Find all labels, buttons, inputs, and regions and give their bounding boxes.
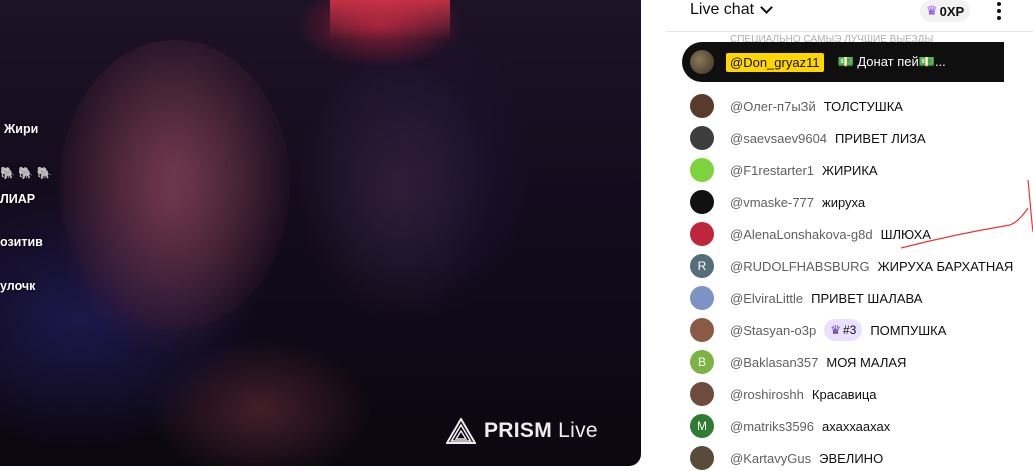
chat-message[interactable]: @Олег-п7ыЗй ТОЛСТУШКА [690, 90, 1033, 122]
avatar[interactable] [690, 286, 714, 310]
stage-light [330, 0, 450, 40]
video-player[interactable]: Жири 🐘 🐘 🐘 ЛИАР озитив улочк PRISM Live [0, 0, 641, 466]
message-author[interactable]: @ElviraLittle [730, 291, 803, 306]
message-author[interactable]: @AlenaLonshakova-g8d [730, 227, 873, 242]
avatar[interactable] [690, 190, 714, 214]
chat-message[interactable]: @Stasyan-o3p ♛ #3 ПОМПУШКА [690, 314, 1033, 346]
message-author[interactable]: @KartavyGus [730, 451, 811, 466]
message-text: ЭВЕЛИНО [819, 450, 884, 466]
more-vert-icon[interactable] [993, 1, 1005, 21]
avatar[interactable]: M [690, 414, 714, 438]
message-author[interactable]: @F1restarter1 [730, 163, 814, 178]
message-text: Красавица [811, 386, 877, 402]
chat-divider [666, 31, 1033, 32]
avatar[interactable] [690, 446, 714, 470]
message-author[interactable]: @vmaske-777 [730, 195, 814, 210]
video-overlay-text: 🐘 🐘 🐘 [0, 166, 52, 180]
message-author[interactable]: @Олег-п7ыЗй [730, 99, 816, 114]
chat-message[interactable]: @AlenaLonshakova-g8d ШЛЮХА [690, 218, 1033, 250]
video-overlay-text: ЛИАР [0, 192, 36, 206]
message-author[interactable]: @RUDOLFHABSBURG [730, 259, 870, 274]
crown-icon: ♛ [830, 323, 841, 337]
message-author[interactable]: @Baklasan357 [730, 355, 818, 370]
chat-message[interactable]: @ElviraLittle ПРИВЕТ ШАЛАВА [690, 282, 1033, 314]
rank-badge: ♛ #3 [824, 319, 863, 341]
pinned-message[interactable]: @Don_gryaz11 💵 Донат пей💵... [682, 42, 1004, 82]
pinned-message-text: 💵 Донат пей💵... [837, 54, 946, 69]
chat-message[interactable]: @F1restarter1 ЖИРИКА [690, 154, 1033, 186]
video-subject-left [60, 40, 290, 330]
crown-icon: ♛ [926, 3, 938, 18]
message-text: ТОЛСТУШКА [823, 98, 903, 114]
chat-message[interactable]: M @matriks3596 ахаххаахах [690, 410, 1033, 442]
prism-live-label: PRISM Live [484, 419, 598, 442]
live-chat-panel: Live chat ♛ 0XP СПЕЦИАЛЬНО САМЫЭ ЛУЧШИЕ … [666, 0, 1033, 471]
avatar[interactable]: R [690, 254, 714, 278]
chat-message[interactable]: @KartavyGus ЭВЕЛИНО [690, 442, 1033, 471]
avatar[interactable] [690, 318, 714, 342]
message-text: ахаххаахах [822, 418, 891, 434]
message-author[interactable]: @roshiroshh [730, 387, 804, 402]
chat-message[interactable]: @saevsaev9604 ПРИВЕТ ЛИЗА [690, 122, 1033, 154]
chat-message[interactable]: @vmaske-777 жируха [690, 186, 1033, 218]
pinned-author[interactable]: @Don_gryaz11 [726, 52, 824, 72]
chat-header: Live chat ♛ 0XP [666, 0, 1033, 30]
chat-message[interactable]: @roshiroshh Красавица [690, 378, 1033, 410]
chat-mode-dropdown[interactable]: Live chat [690, 1, 773, 19]
message-text: ПРИВЕТ ЛИЗА [835, 130, 926, 146]
message-author[interactable]: @saevsaev9604 [730, 131, 827, 146]
video-overlay-text: улочк [0, 279, 36, 293]
video-subject-right [300, 60, 490, 320]
xp-label: 0XP [939, 3, 965, 19]
chat-message[interactable]: R @RUDOLFHABSBURG ЖИРУХА БАРХАТНАЯ [690, 250, 1033, 282]
message-text: ПРИВЕТ ШАЛАВА [811, 290, 923, 306]
message-text: ЖИРУХА БАРХАТНАЯ [877, 258, 1014, 274]
avatar[interactable] [690, 158, 714, 182]
message-text: МОЯ МАЛАЯ [826, 354, 907, 370]
avatar[interactable] [690, 126, 714, 150]
message-text: жируха [822, 194, 866, 210]
message-author[interactable]: @matriks3596 [730, 419, 814, 434]
video-overlay-text: озитив [0, 235, 43, 249]
avatar[interactable] [690, 50, 714, 74]
rank-badge-label: #3 [842, 323, 857, 337]
chevron-down-icon [760, 1, 773, 14]
avatar[interactable] [690, 94, 714, 118]
prism-live-watermark: PRISM Live [446, 418, 598, 444]
chat-message[interactable]: B @Baklasan357 МОЯ МАЛАЯ [690, 346, 1033, 378]
avatar[interactable] [690, 222, 714, 246]
xp-badge[interactable]: ♛ 0XP [920, 0, 971, 22]
video-overlay-text: Жири [4, 122, 39, 136]
avatar[interactable]: B [690, 350, 714, 374]
message-text: ПОМПУШКА [870, 322, 947, 338]
prism-logo-icon [446, 418, 476, 444]
chat-message-list: @Олег-п7ыЗй ТОЛСТУШКА @saevsaev9604 ПРИВЕТ … [690, 90, 1033, 471]
avatar[interactable] [690, 382, 714, 406]
message-author[interactable]: @Stasyan-o3p [730, 323, 816, 338]
message-text: ЖИРИКА [822, 162, 878, 178]
chat-title: Live chat [690, 1, 755, 18]
message-text: ШЛЮХА [880, 226, 931, 242]
